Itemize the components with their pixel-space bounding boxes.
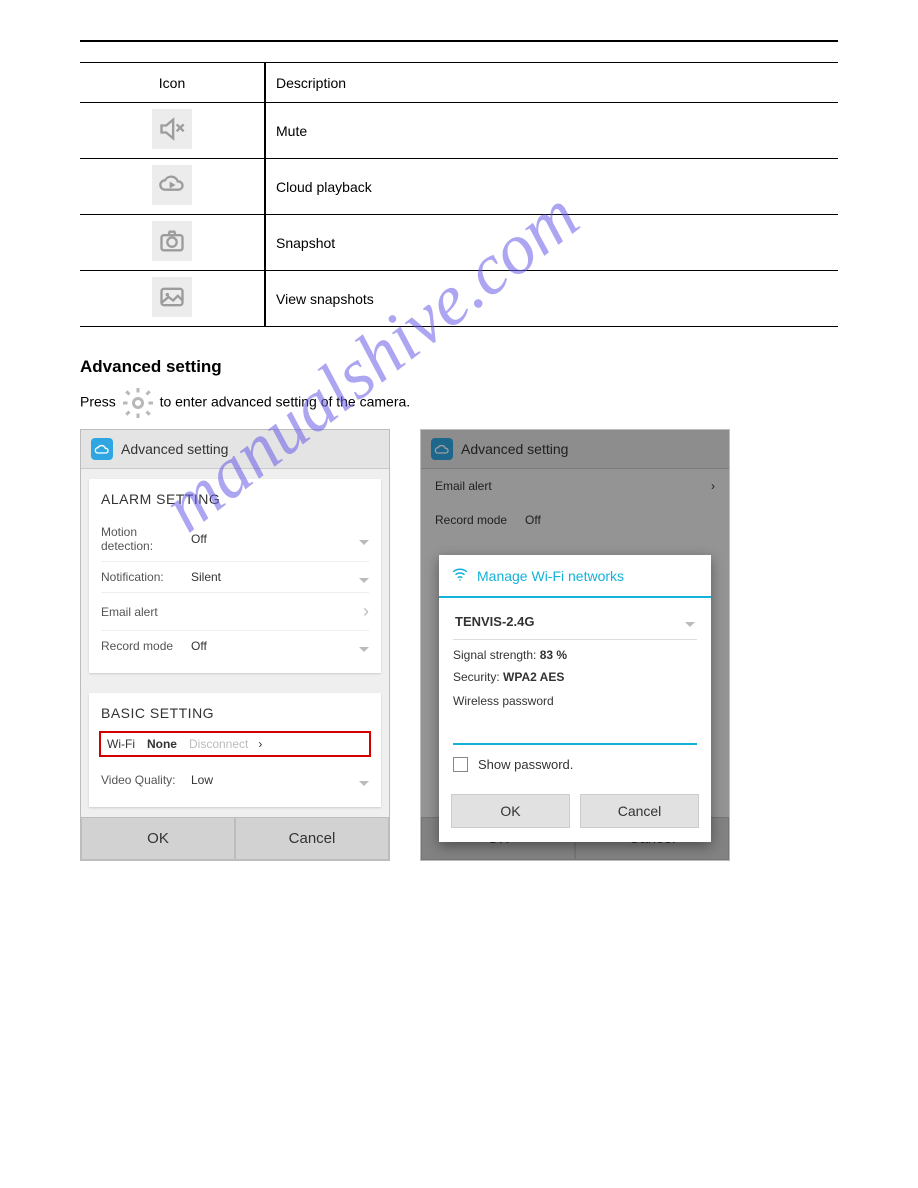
email-alert-label: Email alert: [101, 605, 363, 619]
wifi-modal: Manage Wi-Fi networks TENVIS-2.4G Signal…: [439, 555, 711, 842]
wifi-value: None: [147, 737, 177, 751]
record-mode-row[interactable]: Record mode Off: [101, 631, 369, 661]
notification-label: Notification:: [101, 570, 191, 584]
dropdown-icon: [359, 781, 369, 786]
table-cell-desc: View snapshots: [265, 271, 838, 327]
picture-icon: [152, 277, 192, 317]
table-row: View snapshots: [80, 271, 838, 327]
show-password-row[interactable]: Show password.: [453, 757, 697, 772]
table-header-icon: Icon: [80, 63, 265, 103]
app-title-text: Advanced setting: [121, 441, 228, 457]
dropdown-icon: [685, 622, 695, 627]
gear-text-after: to enter advanced setting of the camera.: [160, 394, 411, 410]
app-cloud-icon: [91, 438, 113, 460]
motion-label: Motion detection:: [101, 525, 191, 553]
table-header-desc: Description: [265, 63, 838, 103]
gear-text-before: Press: [80, 394, 120, 410]
wifi-disconnect: Disconnect: [189, 737, 248, 751]
icon-table: Icon Description Mute Cloud playback Sna…: [80, 62, 838, 327]
motion-value: Off: [191, 532, 359, 546]
security-label: Security:: [453, 670, 503, 684]
speaker-mute-icon: [152, 109, 192, 149]
gear-icon: [120, 385, 156, 421]
cloud-play-icon: [152, 165, 192, 205]
gear-instruction: Press to enter advanced setting of the c…: [80, 385, 838, 421]
ssid-selector[interactable]: TENVIS-2.4G: [453, 608, 697, 640]
alarm-setting-card: ALARM SETTING Motion detection: Off Noti…: [89, 479, 381, 673]
chevron-right-icon: ›: [258, 737, 262, 751]
wifi-icon: [451, 565, 469, 586]
cancel-button[interactable]: Cancel: [235, 817, 389, 860]
page-top-rule: [80, 40, 838, 42]
signal-label: Signal strength:: [453, 648, 540, 662]
record-label: Record mode: [101, 639, 191, 653]
table-row: Cloud playback: [80, 159, 838, 215]
security-value: WPA2 AES: [503, 670, 564, 684]
dropdown-icon: [359, 578, 369, 583]
motion-detection-row[interactable]: Motion detection: Off: [101, 517, 369, 562]
table-cell-desc: Snapshot: [265, 215, 838, 271]
signal-info: Signal strength: 83 %: [453, 648, 697, 662]
screenshot-wifi-modal: Advanced setting Email alert › Record mo…: [420, 429, 730, 861]
ssid-value: TENVIS-2.4G: [455, 614, 534, 629]
vq-value: Low: [191, 773, 359, 787]
ok-button[interactable]: OK: [81, 817, 235, 860]
table-cell-desc: Cloud playback: [265, 159, 838, 215]
alarm-setting-heading: ALARM SETTING: [101, 491, 369, 507]
button-bar: OK Cancel: [81, 817, 389, 860]
wifi-row[interactable]: Wi-Fi None Disconnect ›: [107, 737, 363, 751]
modal-title: Manage Wi-Fi networks: [477, 568, 624, 584]
table-header-row: Icon Description: [80, 63, 838, 103]
wifi-row-highlight: Wi-Fi None Disconnect ›: [99, 731, 371, 757]
record-value: Off: [191, 639, 359, 653]
basic-setting-card: BASIC SETTING Wi-Fi None Disconnect › Vi…: [89, 693, 381, 807]
chevron-right-icon: ›: [363, 601, 369, 622]
security-info: Security: WPA2 AES: [453, 670, 697, 684]
password-label: Wireless password: [453, 694, 697, 708]
email-alert-row[interactable]: Email alert ›: [101, 593, 369, 631]
video-quality-row[interactable]: Video Quality: Low: [101, 765, 369, 795]
show-password-label: Show password.: [478, 757, 573, 772]
section-heading: Advanced setting: [80, 357, 838, 377]
modal-button-bar: OK Cancel: [439, 784, 711, 842]
notification-value: Silent: [191, 570, 359, 584]
checkbox-icon[interactable]: [453, 757, 468, 772]
password-input[interactable]: [453, 716, 697, 745]
table-cell-desc: Mute: [265, 103, 838, 159]
wifi-label: Wi-Fi: [107, 737, 135, 751]
table-row: Snapshot: [80, 215, 838, 271]
dropdown-icon: [359, 647, 369, 652]
screenshot-advanced-setting: Advanced setting ALARM SETTING Motion de…: [80, 429, 390, 861]
camera-icon: [152, 221, 192, 261]
vq-label: Video Quality:: [101, 773, 191, 787]
modal-header: Manage Wi-Fi networks: [439, 555, 711, 598]
dropdown-icon: [359, 540, 369, 545]
modal-ok-button[interactable]: OK: [451, 794, 570, 828]
modal-cancel-button[interactable]: Cancel: [580, 794, 699, 828]
notification-row[interactable]: Notification: Silent: [101, 562, 369, 593]
table-row: Mute: [80, 103, 838, 159]
signal-value: 83 %: [540, 648, 567, 662]
basic-setting-heading: BASIC SETTING: [101, 705, 369, 721]
app-title-bar: Advanced setting: [81, 430, 389, 469]
